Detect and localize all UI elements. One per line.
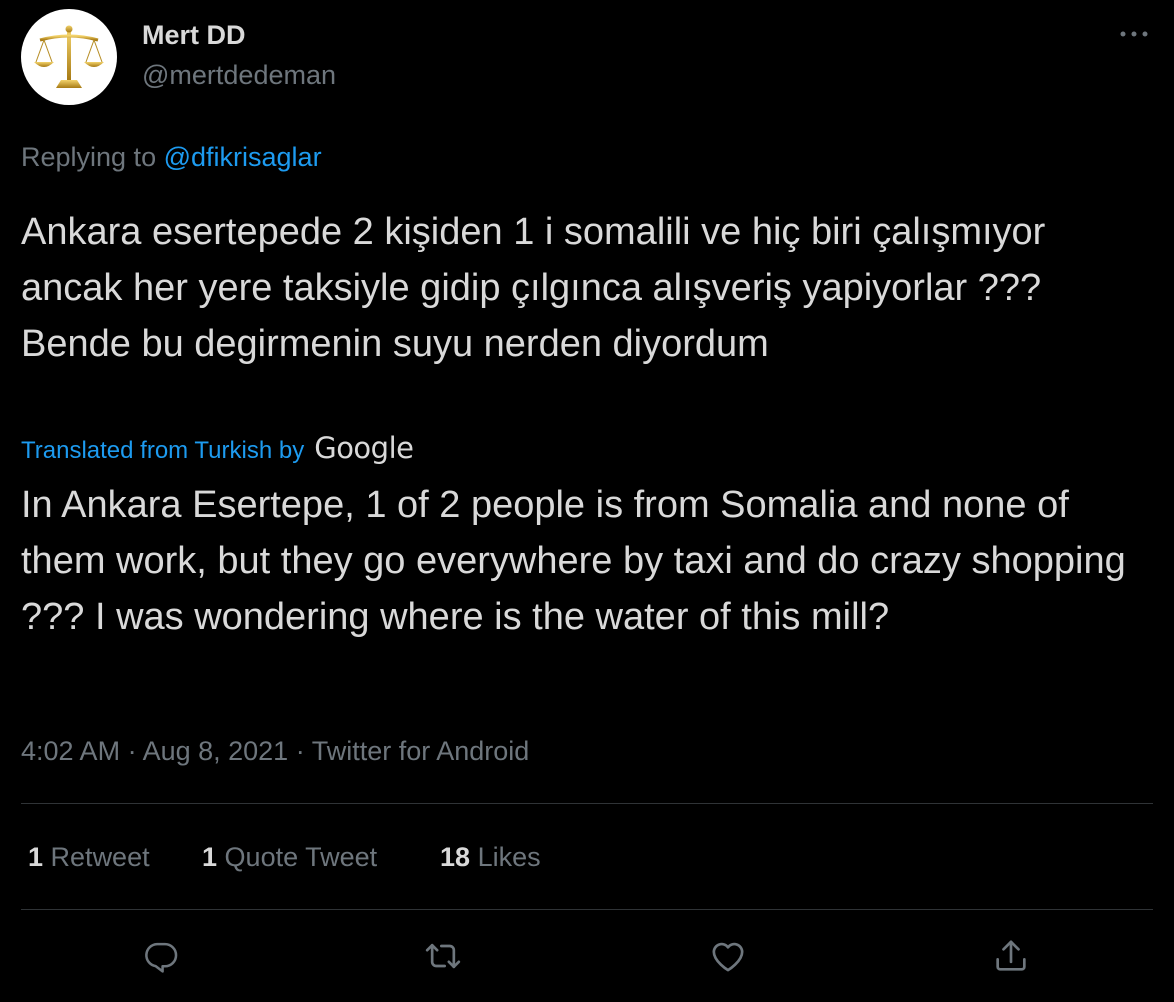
retweet-icon — [425, 943, 461, 969]
replying-to-label: Replying to — [21, 142, 157, 172]
translated-text: In Ankara Esertepe, 1 of 2 people is fro… — [21, 484, 1126, 638]
replying-to-link[interactable]: @dfikrisaglar — [164, 142, 322, 172]
retweet-count[interactable]: 1 Retweet — [28, 842, 150, 873]
reply-button[interactable] — [138, 933, 184, 979]
retweet-button[interactable] — [420, 933, 466, 979]
google-logo: Google — [314, 431, 414, 465]
like-icon — [712, 942, 744, 972]
more-options-button[interactable] — [1114, 22, 1154, 46]
scales-of-justice-icon — [34, 25, 104, 88]
like-button[interactable] — [705, 933, 751, 979]
share-button[interactable] — [988, 933, 1034, 979]
divider — [21, 909, 1153, 910]
retweet-count-value: 1 — [28, 842, 44, 872]
retweet-count-label: Retweet — [50, 842, 150, 872]
author-handle[interactable]: @mertdedeman — [142, 60, 336, 91]
quote-count-value: 1 — [202, 842, 218, 872]
translation-attribution: Translated from Turkish by Google — [21, 431, 414, 465]
translation-label: Translated from Turkish by — [21, 437, 305, 464]
tweet-detail: Mert DD @mertdedeman Replying to @dfikri… — [0, 0, 1174, 1002]
like-count-label: Likes — [477, 842, 541, 872]
author-display-name[interactable]: Mert DD — [142, 20, 246, 51]
share-icon — [996, 940, 1026, 971]
quote-count-label: Quote Tweet — [224, 842, 378, 872]
avatar[interactable] — [21, 9, 117, 105]
quote-count[interactable]: 1 Quote Tweet — [202, 842, 377, 873]
divider — [21, 803, 1153, 804]
like-count-value: 18 — [440, 842, 471, 872]
reply-icon — [145, 942, 178, 973]
replying-to: Replying to @dfikrisaglar — [21, 142, 322, 173]
like-count[interactable]: 18 Likes — [440, 842, 541, 873]
tweet-text: Ankara esertepede 2 kişiden 1 i somalili… — [21, 211, 1046, 365]
more-icon — [1120, 31, 1148, 37]
tweet-timestamp[interactable]: 4:02 AM · Aug 8, 2021 · Twitter for Andr… — [21, 736, 529, 767]
